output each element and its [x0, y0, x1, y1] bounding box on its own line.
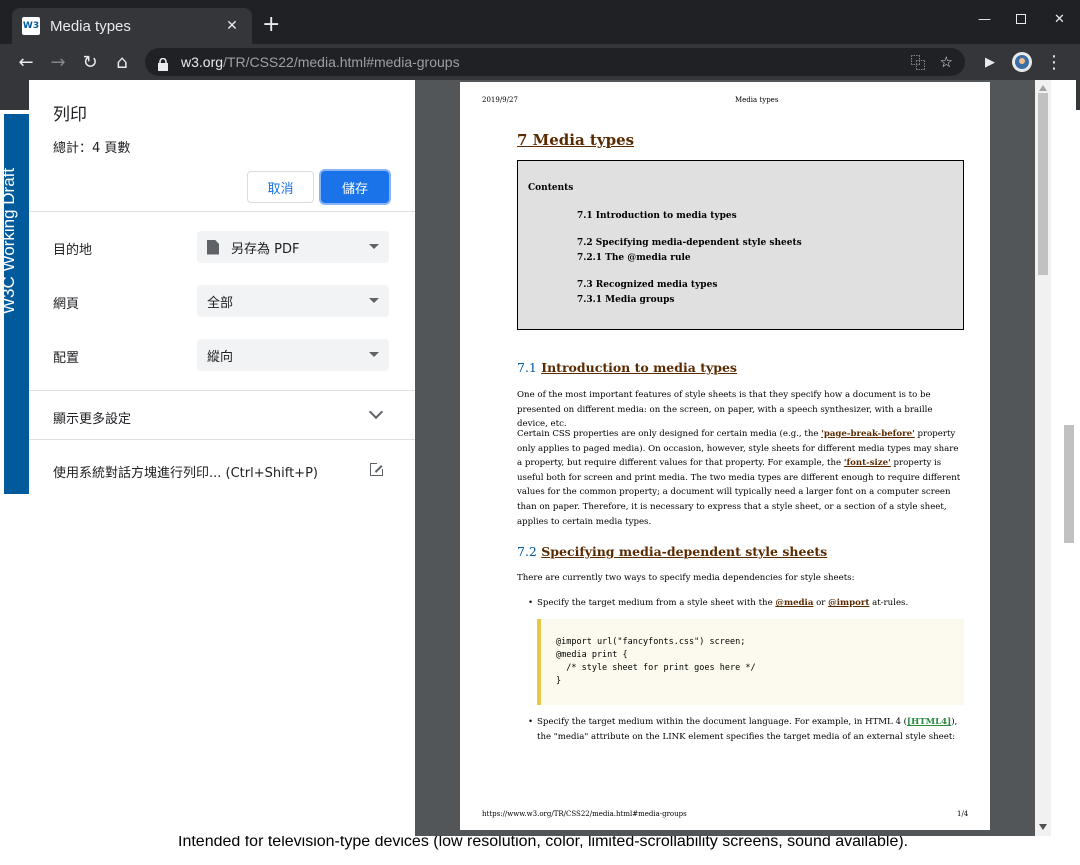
layout-select[interactable]: 縱向: [197, 339, 389, 371]
scroll-up-icon[interactable]: [1039, 85, 1047, 91]
property-link[interactable]: 'page-break-before': [821, 429, 915, 439]
document-icon: [207, 239, 219, 255]
paragraph: There are currently two ways to specify …: [517, 573, 855, 583]
destination-label: 目的地: [53, 243, 93, 258]
avatar[interactable]: [1010, 50, 1034, 74]
section-title: Specifying media-dependent style sheets: [541, 544, 828, 559]
pages-value: 全部: [207, 295, 234, 311]
list-item: Specify the target medium from a style s…: [528, 596, 977, 611]
code-text: @import url("fancyfonts.css") screen; @m…: [556, 637, 756, 686]
text: at-rules.: [869, 598, 909, 608]
at-rule-link[interactable]: @media: [775, 598, 813, 608]
minimize-icon[interactable]: —: [978, 12, 991, 27]
more-settings-toggle[interactable]: 顯示更多設定: [53, 408, 131, 427]
property-link[interactable]: 'font-size': [844, 458, 891, 468]
preview-scrollbar[interactable]: [1035, 80, 1051, 836]
menu-icon[interactable]: ⋮: [1042, 50, 1066, 74]
tab-bar: W3 Media types ✕ + — ✕: [0, 0, 1080, 44]
back-icon[interactable]: ←: [14, 50, 38, 74]
section-heading-7-2: 7.2 Specifying media-dependent style she…: [517, 544, 827, 559]
url-host: w3.org: [181, 54, 224, 70]
pages-label: 網頁: [53, 297, 80, 312]
divider: [29, 390, 415, 391]
toc-item[interactable]: 7.2.1 The @media rule: [577, 253, 691, 263]
page-heading: 7 Media types: [517, 131, 635, 149]
dropdown-caret-icon: [369, 244, 379, 249]
section-title: Introduction to media types: [541, 360, 737, 375]
toc-item[interactable]: 7.3 Recognized media types: [577, 280, 717, 290]
system-dialog-print-link[interactable]: 使用系統對話方塊進行列印... (Ctrl+Shift+P): [53, 462, 318, 481]
window-close-icon[interactable]: ✕: [1054, 12, 1065, 27]
w3c-status-label: W3C Working Draft: [0, 167, 18, 314]
chevron-down-icon[interactable]: [368, 404, 384, 420]
page-total: 總計：4 頁數: [53, 141, 131, 156]
home-icon[interactable]: ⌂: [110, 50, 134, 74]
toc-title: Contents: [528, 183, 574, 193]
page-number: 1/4: [957, 810, 969, 818]
paragraph: Certain CSS properties are only designed…: [517, 427, 962, 529]
text: Specify the target medium within the doc…: [537, 717, 908, 727]
w3c-favicon-icon: W3: [22, 17, 40, 35]
scroll-down-icon[interactable]: [1039, 824, 1047, 830]
translate-icon[interactable]: ⿻: [911, 52, 926, 73]
toolbar: ← → ↻ ⌂ w3.org/TR/CSS22/media.html#media…: [0, 44, 1080, 80]
table-of-contents: Contents 7.1 Introduction to media types…: [517, 160, 964, 330]
section-number: 7.1: [517, 360, 537, 375]
url-path: /TR/CSS22/media.html#media-groups: [223, 54, 460, 70]
bookmark-star-icon[interactable]: ☆: [940, 53, 953, 71]
list-item: Specify the target medium within the doc…: [528, 715, 962, 744]
open-external-icon[interactable]: [370, 462, 384, 476]
save-button[interactable]: 儲存: [321, 171, 389, 203]
destination-value: 另存為 PDF: [231, 241, 300, 257]
toc-item[interactable]: 7.1 Introduction to media types: [577, 211, 737, 221]
cancel-button[interactable]: 取消: [247, 171, 314, 203]
text: property is useful both for screen and p…: [517, 458, 961, 527]
w3c-status-bar: W3C Working Draft: [0, 114, 30, 494]
forward-icon[interactable]: →: [46, 50, 70, 74]
divider: [29, 439, 415, 440]
scrollbar-thumb[interactable]: [1038, 93, 1048, 275]
page-date: 2019/9/27: [482, 96, 518, 104]
text: or: [813, 598, 829, 608]
destination-select[interactable]: 另存為 PDF: [197, 231, 389, 263]
dropdown-caret-icon: [369, 298, 379, 303]
toc-item[interactable]: 7.2 Specifying media-dependent style she…: [577, 238, 802, 248]
code-block: @import url("fancyfonts.css") screen; @m…: [537, 619, 964, 705]
browser-window: W3 Media types ✕ + — ✕ ← → ↻ ⌂ w3.org/TR…: [0, 0, 1080, 865]
page-footer-url: https://www.w3.org/TR/CSS22/media.html#m…: [482, 810, 687, 818]
at-rule-link[interactable]: @import: [828, 598, 869, 608]
pages-select[interactable]: 全部: [197, 285, 389, 317]
paragraph: One of the most important features of st…: [517, 390, 933, 430]
tab-title: Media types: [50, 17, 131, 35]
maximize-icon[interactable]: [1016, 14, 1026, 24]
layout-value: 縱向: [207, 349, 234, 365]
print-dialog: 列印 總計：4 頁數 取消 儲存 目的地 另存為 PDF 網頁 全部 配置 縱向…: [29, 80, 415, 836]
page-header-title: Media types: [735, 96, 779, 104]
media-play-icon[interactable]: ▶: [978, 50, 1002, 74]
url-text: w3.org/TR/CSS22/media.html#media-groups: [181, 54, 897, 70]
section-heading-7-1: 7.1 Introduction to media types: [517, 360, 737, 375]
layout-label: 配置: [53, 351, 80, 366]
divider: [29, 211, 415, 212]
text: Certain CSS properties are only designed…: [517, 429, 822, 439]
lock-icon: [157, 56, 169, 71]
page-scrollbar[interactable]: [1051, 80, 1076, 836]
reload-icon[interactable]: ↻: [78, 50, 102, 74]
preview-page: 2019/9/27 Media types 7 Media types Cont…: [460, 82, 990, 830]
print-dialog-title: 列印: [53, 105, 87, 125]
toc-item[interactable]: 7.3.1 Media groups: [577, 295, 675, 305]
dropdown-caret-icon: [369, 352, 379, 357]
new-tab-button[interactable]: +: [262, 14, 280, 36]
tab-media-types[interactable]: W3 Media types ✕: [12, 8, 252, 44]
section-number: 7.2: [517, 544, 537, 559]
address-bar[interactable]: w3.org/TR/CSS22/media.html#media-groups …: [145, 48, 965, 76]
tab-close-icon[interactable]: ✕: [222, 18, 242, 34]
text: Specify the target medium from a style s…: [537, 598, 776, 608]
page-scrollbar-thumb[interactable]: [1064, 425, 1074, 543]
reference-link[interactable]: [HTML4]: [907, 717, 951, 727]
